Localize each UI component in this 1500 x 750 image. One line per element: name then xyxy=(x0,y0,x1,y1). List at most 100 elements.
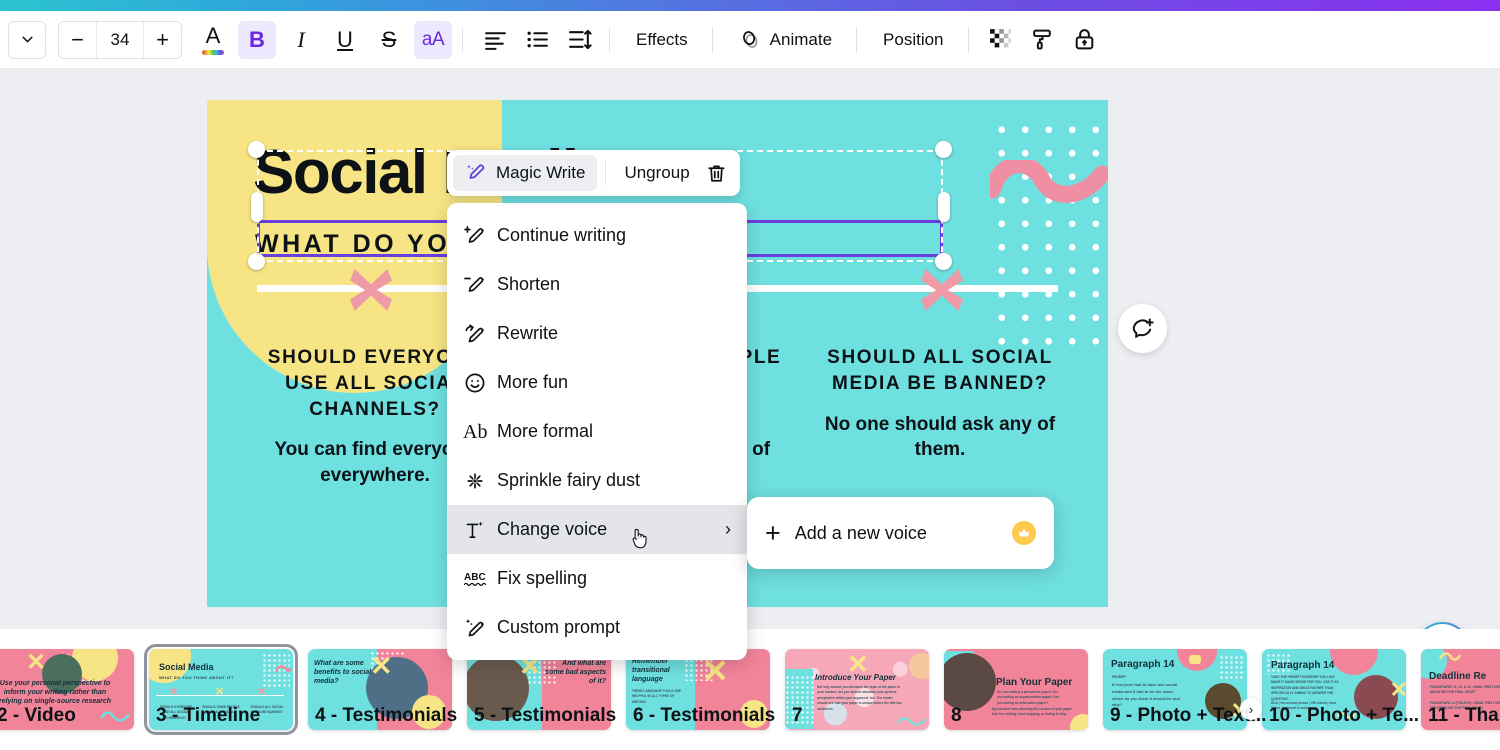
font-size-stepper[interactable]: − 34 + xyxy=(58,20,182,59)
menu-item-change-voice[interactable]: Change voice › xyxy=(447,505,747,554)
slide-thumbnail[interactable]: ✕ Introduce Your Paper Not only should y… xyxy=(785,649,929,730)
bold-button[interactable]: B xyxy=(238,20,276,59)
magic-write-label: Magic Write xyxy=(496,163,586,182)
position-button[interactable]: Position xyxy=(869,21,957,59)
sparkle-burst-icon xyxy=(463,469,497,493)
line-spacing-icon xyxy=(568,29,592,50)
text-color-button[interactable]: A xyxy=(194,21,232,59)
x-mark-left xyxy=(350,269,392,311)
thumbnail-slot[interactable]: Deadline Re PARAGRAPHS 11, 12, & 13 - EM… xyxy=(1421,649,1500,730)
letter-case-button[interactable]: aA xyxy=(414,20,452,59)
toolbar-divider xyxy=(462,26,463,53)
slide-column-3[interactable]: SHOULD ALL SOCIAL MEDIA BE BANNED? No on… xyxy=(805,345,1075,463)
lock-icon xyxy=(1075,29,1094,50)
polka-dot-pattern xyxy=(988,116,1108,361)
menu-item-label: More formal xyxy=(497,421,594,441)
sparkle-pencil-icon xyxy=(463,616,497,640)
menu-item-label: Change voice xyxy=(497,519,608,539)
thumbnail-text: Paragraph 14 xyxy=(1111,659,1175,670)
chevron-down-icon xyxy=(21,36,33,43)
thumbnail-slot[interactable]: Plan Your Paper Are you writing a persua… xyxy=(944,649,1088,730)
pencil-plus-icon xyxy=(463,224,497,248)
menu-item-more-formal[interactable]: Ab More formal xyxy=(447,407,747,456)
menu-item-custom-prompt[interactable]: Custom prompt xyxy=(447,603,747,652)
underline-button[interactable]: U xyxy=(326,21,364,59)
thumbnail-slot[interactable]: Paragraph 14 TAKE THE PROMPT HOWEVER YOU… xyxy=(1262,649,1419,730)
filmstrip-next-button[interactable]: › xyxy=(1240,698,1262,720)
thumbnail-label: 3 - Timeline xyxy=(156,705,261,726)
animate-label: Animate xyxy=(769,29,833,49)
slide-filmstrip[interactable]: ✕ Use your personal perspective to infor… xyxy=(0,629,1500,750)
font-size-input[interactable]: 34 xyxy=(96,21,144,58)
resize-handle-left-middle[interactable] xyxy=(251,192,263,222)
menu-item-continue-writing[interactable]: Continue writing xyxy=(447,211,747,260)
lock-button[interactable] xyxy=(1065,21,1105,59)
bullet-list-button[interactable] xyxy=(517,21,557,59)
menu-item-label: Custom prompt xyxy=(497,617,621,637)
copy-style-button[interactable] xyxy=(1023,21,1063,59)
bulleted-list-icon xyxy=(527,31,548,48)
context-toolbar: Magic Write Ungroup xyxy=(447,150,740,196)
animate-icon xyxy=(742,31,758,48)
resize-handle-top-left[interactable] xyxy=(248,141,265,158)
thumbnail-text: Paragraph 14 xyxy=(1271,660,1335,671)
line-spacing-button[interactable] xyxy=(559,21,599,59)
add-new-voice-button[interactable]: Add a new voice xyxy=(795,523,1012,544)
thumbnail-label: 7 xyxy=(792,705,803,726)
strikethrough-button[interactable]: S xyxy=(370,21,408,59)
font-size-decrease-button[interactable]: − xyxy=(59,22,96,58)
add-comment-button[interactable] xyxy=(1118,304,1167,353)
text-align-button[interactable] xyxy=(475,21,515,59)
thumbnail-slot[interactable]: Paragraph 14 PROMPT: If everyone had to … xyxy=(1103,649,1266,730)
thumbnail-label: 6 - Testimonials xyxy=(633,705,776,726)
x-mark-right xyxy=(921,269,963,311)
thumbnail-label: 2 - Video xyxy=(0,705,76,726)
menu-item-label: Fix spelling xyxy=(497,568,588,588)
context-toolbar-divider xyxy=(605,160,607,186)
magic-pencil-icon xyxy=(467,164,485,179)
plus-icon: + xyxy=(765,517,781,548)
thumbnail-slot[interactable]: ✕ Introduce Your Paper Not only should y… xyxy=(785,649,929,730)
thumbnail-slot-selected[interactable]: Social Media WHAT DO YOU THINK ABOUT IT?… xyxy=(144,644,298,735)
font-dropdown-toggle[interactable] xyxy=(8,20,46,59)
transparency-icon xyxy=(990,29,1011,48)
toolbar-divider-4 xyxy=(856,26,858,53)
paint-roller-icon xyxy=(1033,29,1051,50)
abc-spellcheck-icon: ABC xyxy=(463,567,497,591)
thumbnail-text: Introduce Your Paper xyxy=(815,673,896,682)
magic-write-button[interactable]: Magic Write xyxy=(453,155,598,191)
thumbnail-text: Social Media xyxy=(159,662,214,672)
resize-handle-top-right[interactable] xyxy=(935,141,952,158)
menu-item-rewrite[interactable]: Rewrite xyxy=(447,309,747,358)
thumbnail-slot[interactable]: ✕ What are some benefits to social media… xyxy=(308,649,457,730)
font-size-increase-button[interactable]: + xyxy=(144,22,181,58)
thumbnail-label: 5 - Testimonials xyxy=(474,705,617,726)
serif-ab-icon: Ab xyxy=(463,420,488,443)
resize-handle-bottom-right[interactable] xyxy=(935,253,952,270)
menu-item-more-fun[interactable]: More fun xyxy=(447,358,747,407)
thumbnail-text: Plan Your Paper xyxy=(996,677,1073,688)
comment-plus-icon xyxy=(1132,318,1154,339)
menu-item-label: Shorten xyxy=(497,274,561,294)
slide-thumbnail[interactable]: Plan Your Paper Are you writing a persua… xyxy=(944,649,1088,730)
transparency-button[interactable] xyxy=(981,21,1021,59)
menu-item-fix-spelling[interactable]: ABC Fix spelling xyxy=(447,554,747,603)
thumbnail-slot[interactable]: ✕ Use your personal perspective to infor… xyxy=(0,649,134,730)
change-voice-submenu: + Add a new voice xyxy=(747,497,1054,569)
resize-handle-bottom-left[interactable] xyxy=(248,253,265,270)
resize-handle-right-middle[interactable] xyxy=(938,192,950,222)
italic-button[interactable]: I xyxy=(282,21,320,59)
menu-item-label: Continue writing xyxy=(497,225,627,245)
align-left-icon xyxy=(484,32,506,50)
thumbnail-slot[interactable]: ✕ And what are some bad aspects of it? 5… xyxy=(467,649,616,730)
thumbnail-label: 11 - Than xyxy=(1428,705,1500,726)
menu-item-shorten[interactable]: Shorten xyxy=(447,260,747,309)
menu-item-sprinkle-fairy-dust[interactable]: Sprinkle fairy dust xyxy=(447,456,747,505)
ungroup-button[interactable]: Ungroup xyxy=(614,163,699,183)
premium-crown-badge xyxy=(1012,521,1036,545)
effects-button[interactable]: Effects xyxy=(622,21,702,59)
thumbnail-slot[interactable]: ✕ Remember transitional language THESE L… xyxy=(626,649,775,730)
animate-button[interactable]: Animate xyxy=(725,21,846,59)
delete-button[interactable] xyxy=(700,156,734,190)
thumbnail-text: What are some benefits to social media? xyxy=(314,660,372,685)
